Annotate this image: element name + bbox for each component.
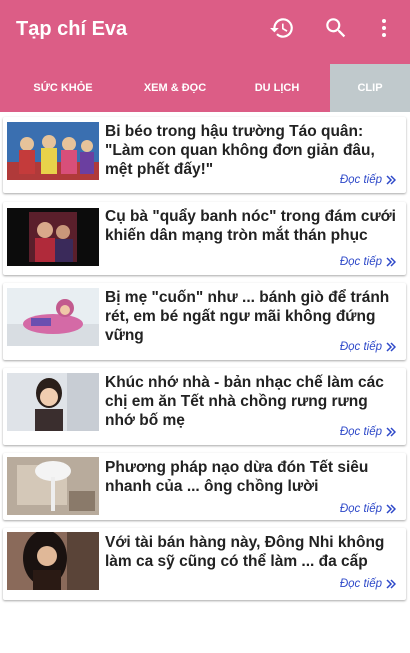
search-icon [326, 18, 346, 38]
double-chevron-right-icon [386, 257, 396, 267]
app-bar: Tạp chí Eva [0, 0, 410, 64]
double-chevron-right-icon [386, 175, 396, 185]
tab-xem-doc[interactable]: XEM & ĐỌC [126, 64, 224, 112]
more-vert-icon [382, 19, 386, 37]
article-card[interactable]: Cụ bà "quẩy banh nóc" trong đám cưới khi… [3, 202, 406, 275]
tab-suc-khoe[interactable]: SỨC KHỎE [0, 64, 126, 112]
read-more-link[interactable]: Đọc tiếp [340, 341, 396, 353]
history-button[interactable] [262, 8, 302, 48]
read-more-label: Đọc tiếp [339, 503, 382, 515]
article-title[interactable]: Bi béo trong hậu trường Táo quân: "Làm c… [105, 122, 397, 179]
article-card[interactable]: Phương pháp nạo dừa đón Tết siêu nhanh c… [3, 453, 406, 520]
read-more-link[interactable]: Đọc tiếp [340, 426, 396, 438]
read-more-link[interactable]: Đọc tiếp [340, 256, 396, 268]
app-screen: Tạp chí Eva SỨC KHỎE XEM & ĐỌC DU LỊCH C… [0, 0, 410, 653]
more-options-button[interactable] [364, 8, 404, 48]
article-thumbnail [7, 373, 99, 431]
read-more-label: Đọc tiếp [339, 426, 382, 438]
article-thumbnail [7, 208, 99, 266]
double-chevron-right-icon [386, 504, 396, 514]
read-more-label: Đọc tiếp [339, 174, 382, 186]
tab-du-lich[interactable]: DU LỊCH [224, 64, 330, 112]
double-chevron-right-icon [386, 579, 396, 589]
double-chevron-right-icon [386, 427, 396, 437]
article-card[interactable]: Bị mẹ "cuốn" như ... bánh giò để tránh r… [3, 283, 406, 360]
article-title[interactable]: Cụ bà "quẩy banh nóc" trong đám cưới khi… [105, 207, 397, 245]
article-title[interactable]: Bị mẹ "cuốn" như ... bánh giò để tránh r… [105, 288, 397, 345]
read-more-label: Đọc tiếp [339, 578, 382, 590]
history-icon [270, 18, 293, 38]
article-card[interactable]: Bi béo trong hậu trường Táo quân: "Làm c… [3, 117, 406, 193]
category-tabs: SỨC KHỎE XEM & ĐỌC DU LỊCH CLIP [0, 64, 410, 112]
article-title[interactable]: Phương pháp nạo dừa đón Tết siêu nhanh c… [105, 458, 397, 496]
double-chevron-right-icon [386, 342, 396, 352]
article-card[interactable]: Khúc nhớ nhà - bản nhạc chế làm các chị … [3, 368, 406, 445]
article-thumbnail [7, 532, 99, 590]
article-title[interactable]: Với tài bán hàng này, Đông Nhi không làm… [105, 533, 397, 571]
read-more-link[interactable]: Đọc tiếp [340, 503, 396, 515]
read-more-link[interactable]: Đọc tiếp [340, 174, 396, 186]
article-thumbnail [7, 122, 99, 180]
tab-clip[interactable]: CLIP [330, 64, 410, 112]
article-card[interactable]: Với tài bán hàng này, Đông Nhi không làm… [3, 528, 406, 600]
app-title: Tạp chí Eva [16, 18, 128, 40]
read-more-label: Đọc tiếp [339, 341, 382, 353]
article-title[interactable]: Khúc nhớ nhà - bản nhạc chế làm các chị … [105, 373, 397, 430]
read-more-label: Đọc tiếp [339, 256, 382, 268]
read-more-link[interactable]: Đọc tiếp [340, 578, 396, 590]
search-button[interactable] [316, 8, 356, 48]
article-thumbnail [7, 457, 99, 515]
article-thumbnail [7, 288, 99, 346]
article-list[interactable]: Bi béo trong hậu trường Táo quân: "Làm c… [0, 112, 410, 653]
